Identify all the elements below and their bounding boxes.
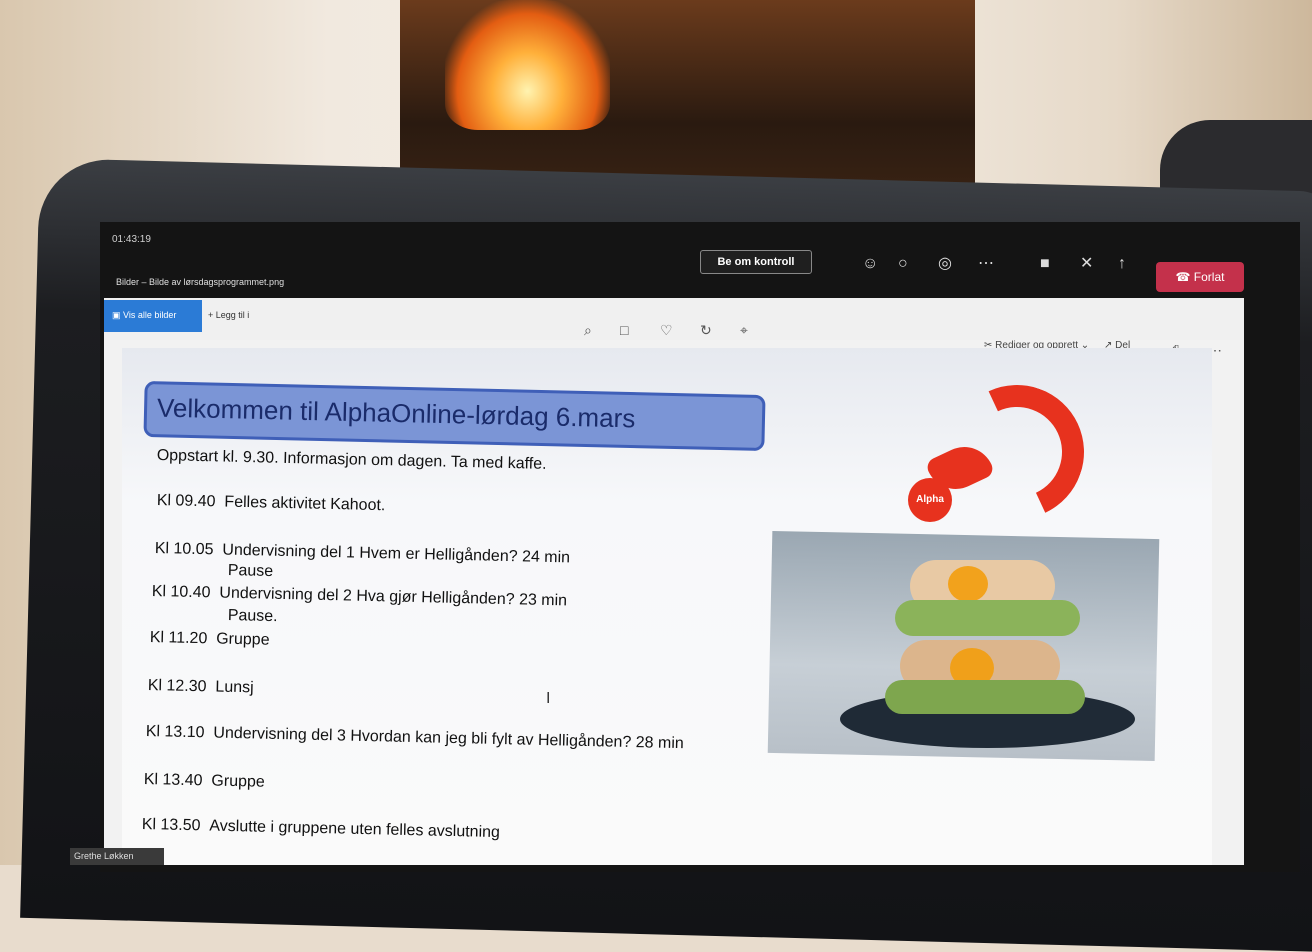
view-all-label: Vis alle bilder <box>123 310 177 320</box>
avocado-layer <box>885 680 1085 714</box>
schedule-item: Pause. <box>228 607 278 626</box>
photos-toolbar: ▣ Vis alle bilder + Legg til i <box>104 298 1244 340</box>
camera-off-icon[interactable]: ■ <box>1040 256 1050 272</box>
item-text: Gruppe <box>216 630 270 649</box>
more-icon[interactable]: ⋯ <box>978 256 994 272</box>
rotate-icon[interactable]: ↻ <box>700 322 712 339</box>
item-time: Kl 13.10 <box>145 723 205 742</box>
text-cursor: I <box>546 690 551 707</box>
item-time: Kl 13.40 <box>143 771 203 790</box>
item-time: Kl 10.05 <box>154 540 214 559</box>
participant-name: Grethe Løkken <box>70 848 164 865</box>
add-to-button[interactable]: + Legg til i <box>208 310 249 320</box>
item-text: Lunsj <box>215 678 254 697</box>
item-text: Gruppe <box>211 772 265 791</box>
leave-button[interactable]: ☎ Forlat <box>1156 262 1244 292</box>
add-to-label: Legg til i <box>215 310 250 320</box>
avocado-layer <box>895 600 1080 636</box>
schedule-item: Kl 12.30 Lunsj <box>148 677 254 697</box>
schedule-item: Kl 11.20 Gruppe <box>150 629 270 650</box>
request-control-button[interactable]: Be om kontroll <box>700 250 812 274</box>
item-time: Kl 11.20 <box>149 629 208 648</box>
item-text: Pause <box>227 562 274 581</box>
item-text: Pause. <box>227 607 278 626</box>
delete-icon[interactable]: □ <box>620 322 628 338</box>
reactions-icon[interactable]: ◎ <box>938 256 952 272</box>
view-all-button[interactable]: ▣ Vis alle bilder <box>104 300 202 332</box>
alpha-logo: Alpha <box>908 478 952 522</box>
item-text: Felles aktivitet Kahoot. <box>224 493 386 515</box>
zoom-icon[interactable]: ⌕ <box>584 322 592 339</box>
schedule-item: Pause <box>228 562 274 581</box>
schedule-item: Kl 13.40 Gruppe <box>144 771 265 792</box>
leave-label: Forlat <box>1193 270 1225 284</box>
egg-yolk <box>948 566 988 602</box>
item-time: Kl 09.40 <box>156 492 216 511</box>
item-time: Kl 13.50 <box>141 816 201 835</box>
favorite-icon[interactable]: ♡ <box>660 322 673 339</box>
share-screen-icon[interactable]: ↑ <box>1118 256 1126 272</box>
chat-icon[interactable]: ○ <box>898 256 908 272</box>
mic-off-icon[interactable]: ✕ <box>1080 256 1093 272</box>
item-time: Kl 12.30 <box>147 677 207 696</box>
file-title: Bilder – Bilde av lørsdagsprogrammet.png <box>116 277 285 287</box>
participants-icon[interactable]: ☺ <box>862 256 878 272</box>
fire <box>445 0 610 130</box>
meeting-timer: 01:43:19 <box>112 234 151 245</box>
crop-icon[interactable]: ⌖ <box>740 322 748 339</box>
item-time: Kl 10.40 <box>151 583 211 602</box>
